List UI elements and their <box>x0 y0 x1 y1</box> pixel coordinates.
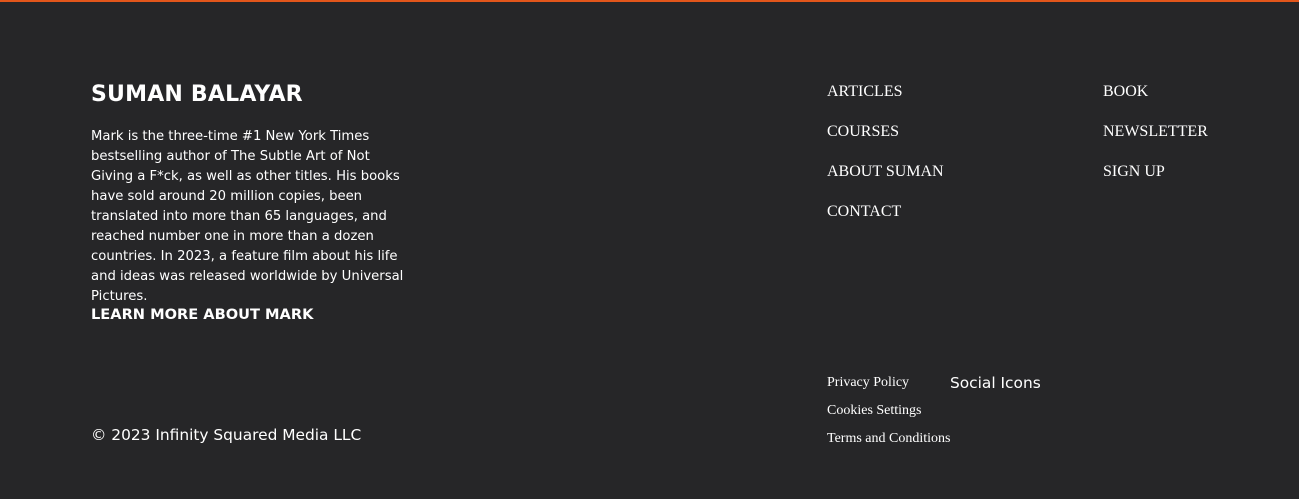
legal-links: Privacy Policy Cookies Settings Terms an… <box>827 371 950 455</box>
nav-link-about-suman[interactable]: ABOUT SUMAN <box>827 163 944 180</box>
top-accent-bar <box>0 0 1299 2</box>
nav-link-book[interactable]: BOOK <box>1103 83 1148 100</box>
nav-link-articles[interactable]: ARTICLES <box>827 83 902 100</box>
copyright-text: © 2023 Infinity Squared Media LLC <box>91 426 362 444</box>
nav-link-sign-up[interactable]: SIGN UP <box>1103 163 1165 180</box>
learn-more-link[interactable]: LEARN MORE ABOUT MARK <box>91 304 313 326</box>
nav-link-newsletter[interactable]: NEWSLETTER <box>1103 123 1208 140</box>
nav-link-courses[interactable]: COURSES <box>827 123 899 140</box>
author-bio: Mark is the three-time #1 New York Times… <box>91 129 404 304</box>
privacy-policy-link[interactable]: Privacy Policy <box>827 375 909 390</box>
nav-link-contact[interactable]: CONTACT <box>827 203 901 220</box>
brand-title: SUMAN BALAYAR <box>91 82 303 107</box>
terms-and-conditions-link[interactable]: Terms and Conditions <box>827 431 950 446</box>
footer-nav-column-2: BOOK NEWSLETTER SIGN UP <box>1103 81 1208 201</box>
footer-nav-column-1: ARTICLES COURSES ABOUT SUMAN CONTACT <box>827 81 944 241</box>
cookies-settings-link[interactable]: Cookies Settings <box>827 403 922 418</box>
social-icons-placeholder: Social Icons <box>950 374 1041 392</box>
